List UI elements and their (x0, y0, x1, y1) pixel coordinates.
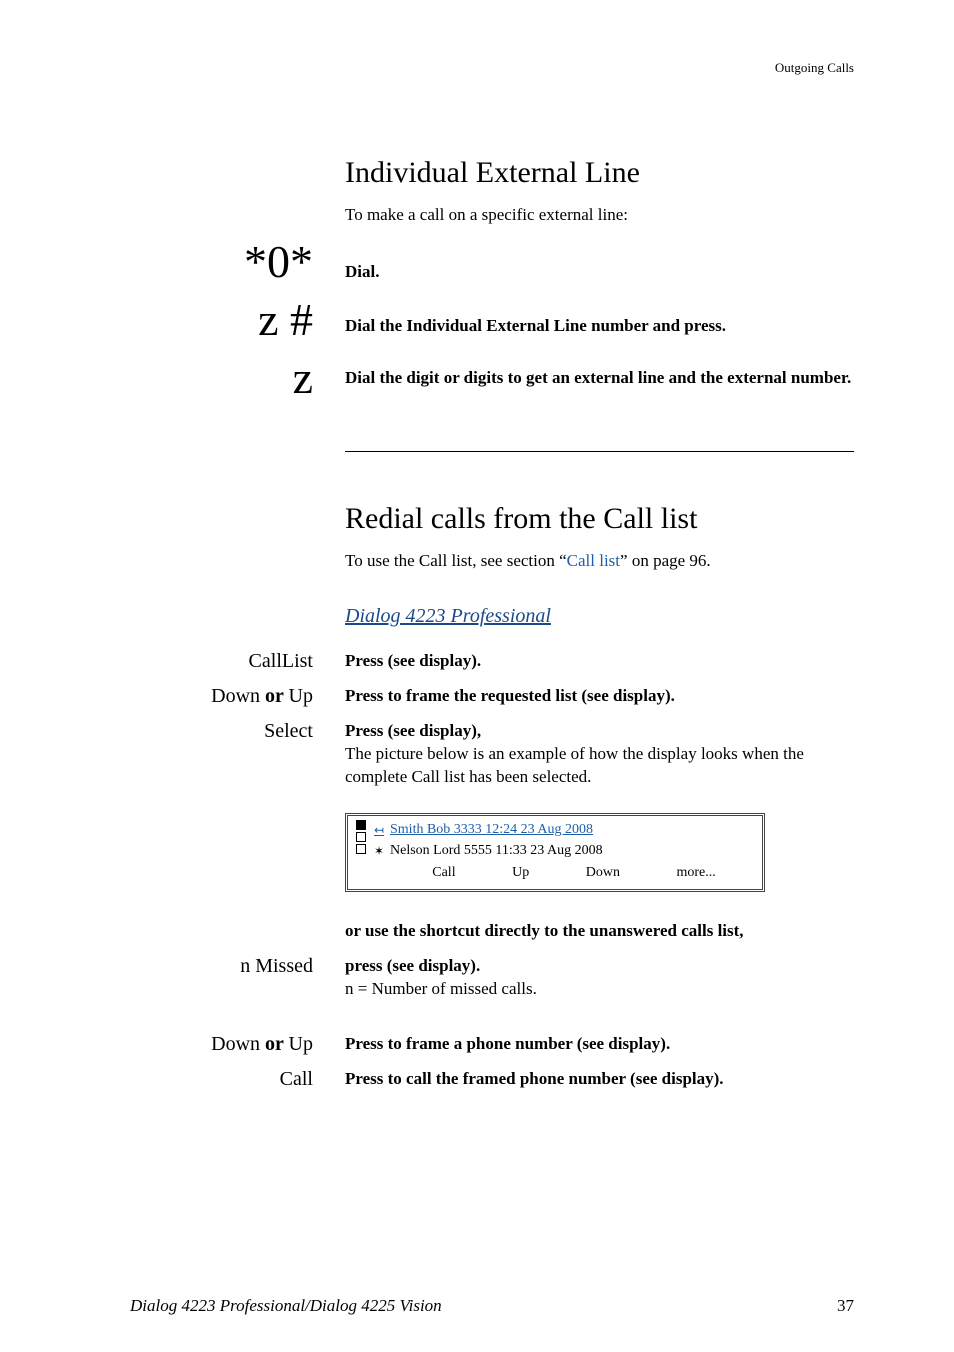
press-frame-list: Press to frame the requested list (see d… (345, 686, 675, 705)
display-entry-1: ↤ Smith Bob 3333 12:24 23 Aug 2008 (374, 820, 754, 841)
down-or-up-1: Down or Up (130, 685, 345, 708)
dial-symbol-star-zero-star: *0* (244, 236, 313, 287)
call-list-link[interactable]: Call list (567, 551, 620, 570)
softkey-call: Call (432, 864, 455, 883)
row-box-icon (356, 832, 366, 842)
intro-text-2: To use the Call list, see section “Call … (345, 550, 854, 573)
dial-symbol-z-hash: z # (258, 294, 313, 345)
subhead-dialog-4223: Dialog 4223 Professional (345, 605, 854, 628)
select-description: Press (see display), The picture below i… (345, 720, 854, 789)
header-section: Outgoing Calls (130, 60, 854, 76)
section-title-redial: Redial calls from the Call list (345, 502, 854, 536)
dial-ext-line-label: Dial the Individual External Line number… (345, 316, 726, 335)
page-number: 37 (837, 1296, 854, 1316)
n-missed-description: press (see display). n = Number of misse… (345, 955, 854, 1001)
softkey-up: Up (512, 864, 529, 883)
shortcut-text: or use the shortcut directly to the unan… (345, 921, 744, 940)
softkey-down: Down (586, 864, 620, 883)
softkey-n-missed: n Missed (240, 955, 313, 977)
row-box-icon (356, 844, 366, 854)
softkey-calllist: CallList (249, 650, 313, 672)
softkey-call-2: Call (280, 1068, 313, 1090)
press-see-display-1: Press (see display). (345, 651, 481, 670)
cursor-icon (356, 820, 366, 830)
press-frame-number: Press to frame a phone number (see displ… (345, 1034, 670, 1053)
down-or-up-2: Down or Up (130, 1033, 345, 1056)
phone-display-box: ↤ Smith Bob 3333 12:24 23 Aug 2008 ✶ Nel… (345, 813, 765, 893)
softkey-select: Select (264, 720, 313, 742)
footer-model: Dialog 4223 Professional/Dialog 4225 Vis… (130, 1296, 442, 1316)
missed-call-icon: ✶ (374, 843, 390, 859)
divider (345, 451, 854, 452)
dial-symbol-z: z (293, 352, 313, 403)
dial-label: Dial. (345, 262, 379, 281)
section-title-individual-external-line: Individual External Line (345, 156, 854, 190)
incoming-call-icon: ↤ (374, 822, 390, 838)
press-call-framed: Press to call the framed phone number (s… (345, 1069, 724, 1088)
dial-digits-label: Dial the digit or digits to get an exter… (345, 368, 851, 387)
intro-text-1: To make a call on a specific external li… (345, 204, 854, 227)
display-entry-2: ✶ Nelson Lord 5555 11:33 23 Aug 2008 (374, 841, 754, 862)
softkey-more: more... (676, 864, 715, 883)
